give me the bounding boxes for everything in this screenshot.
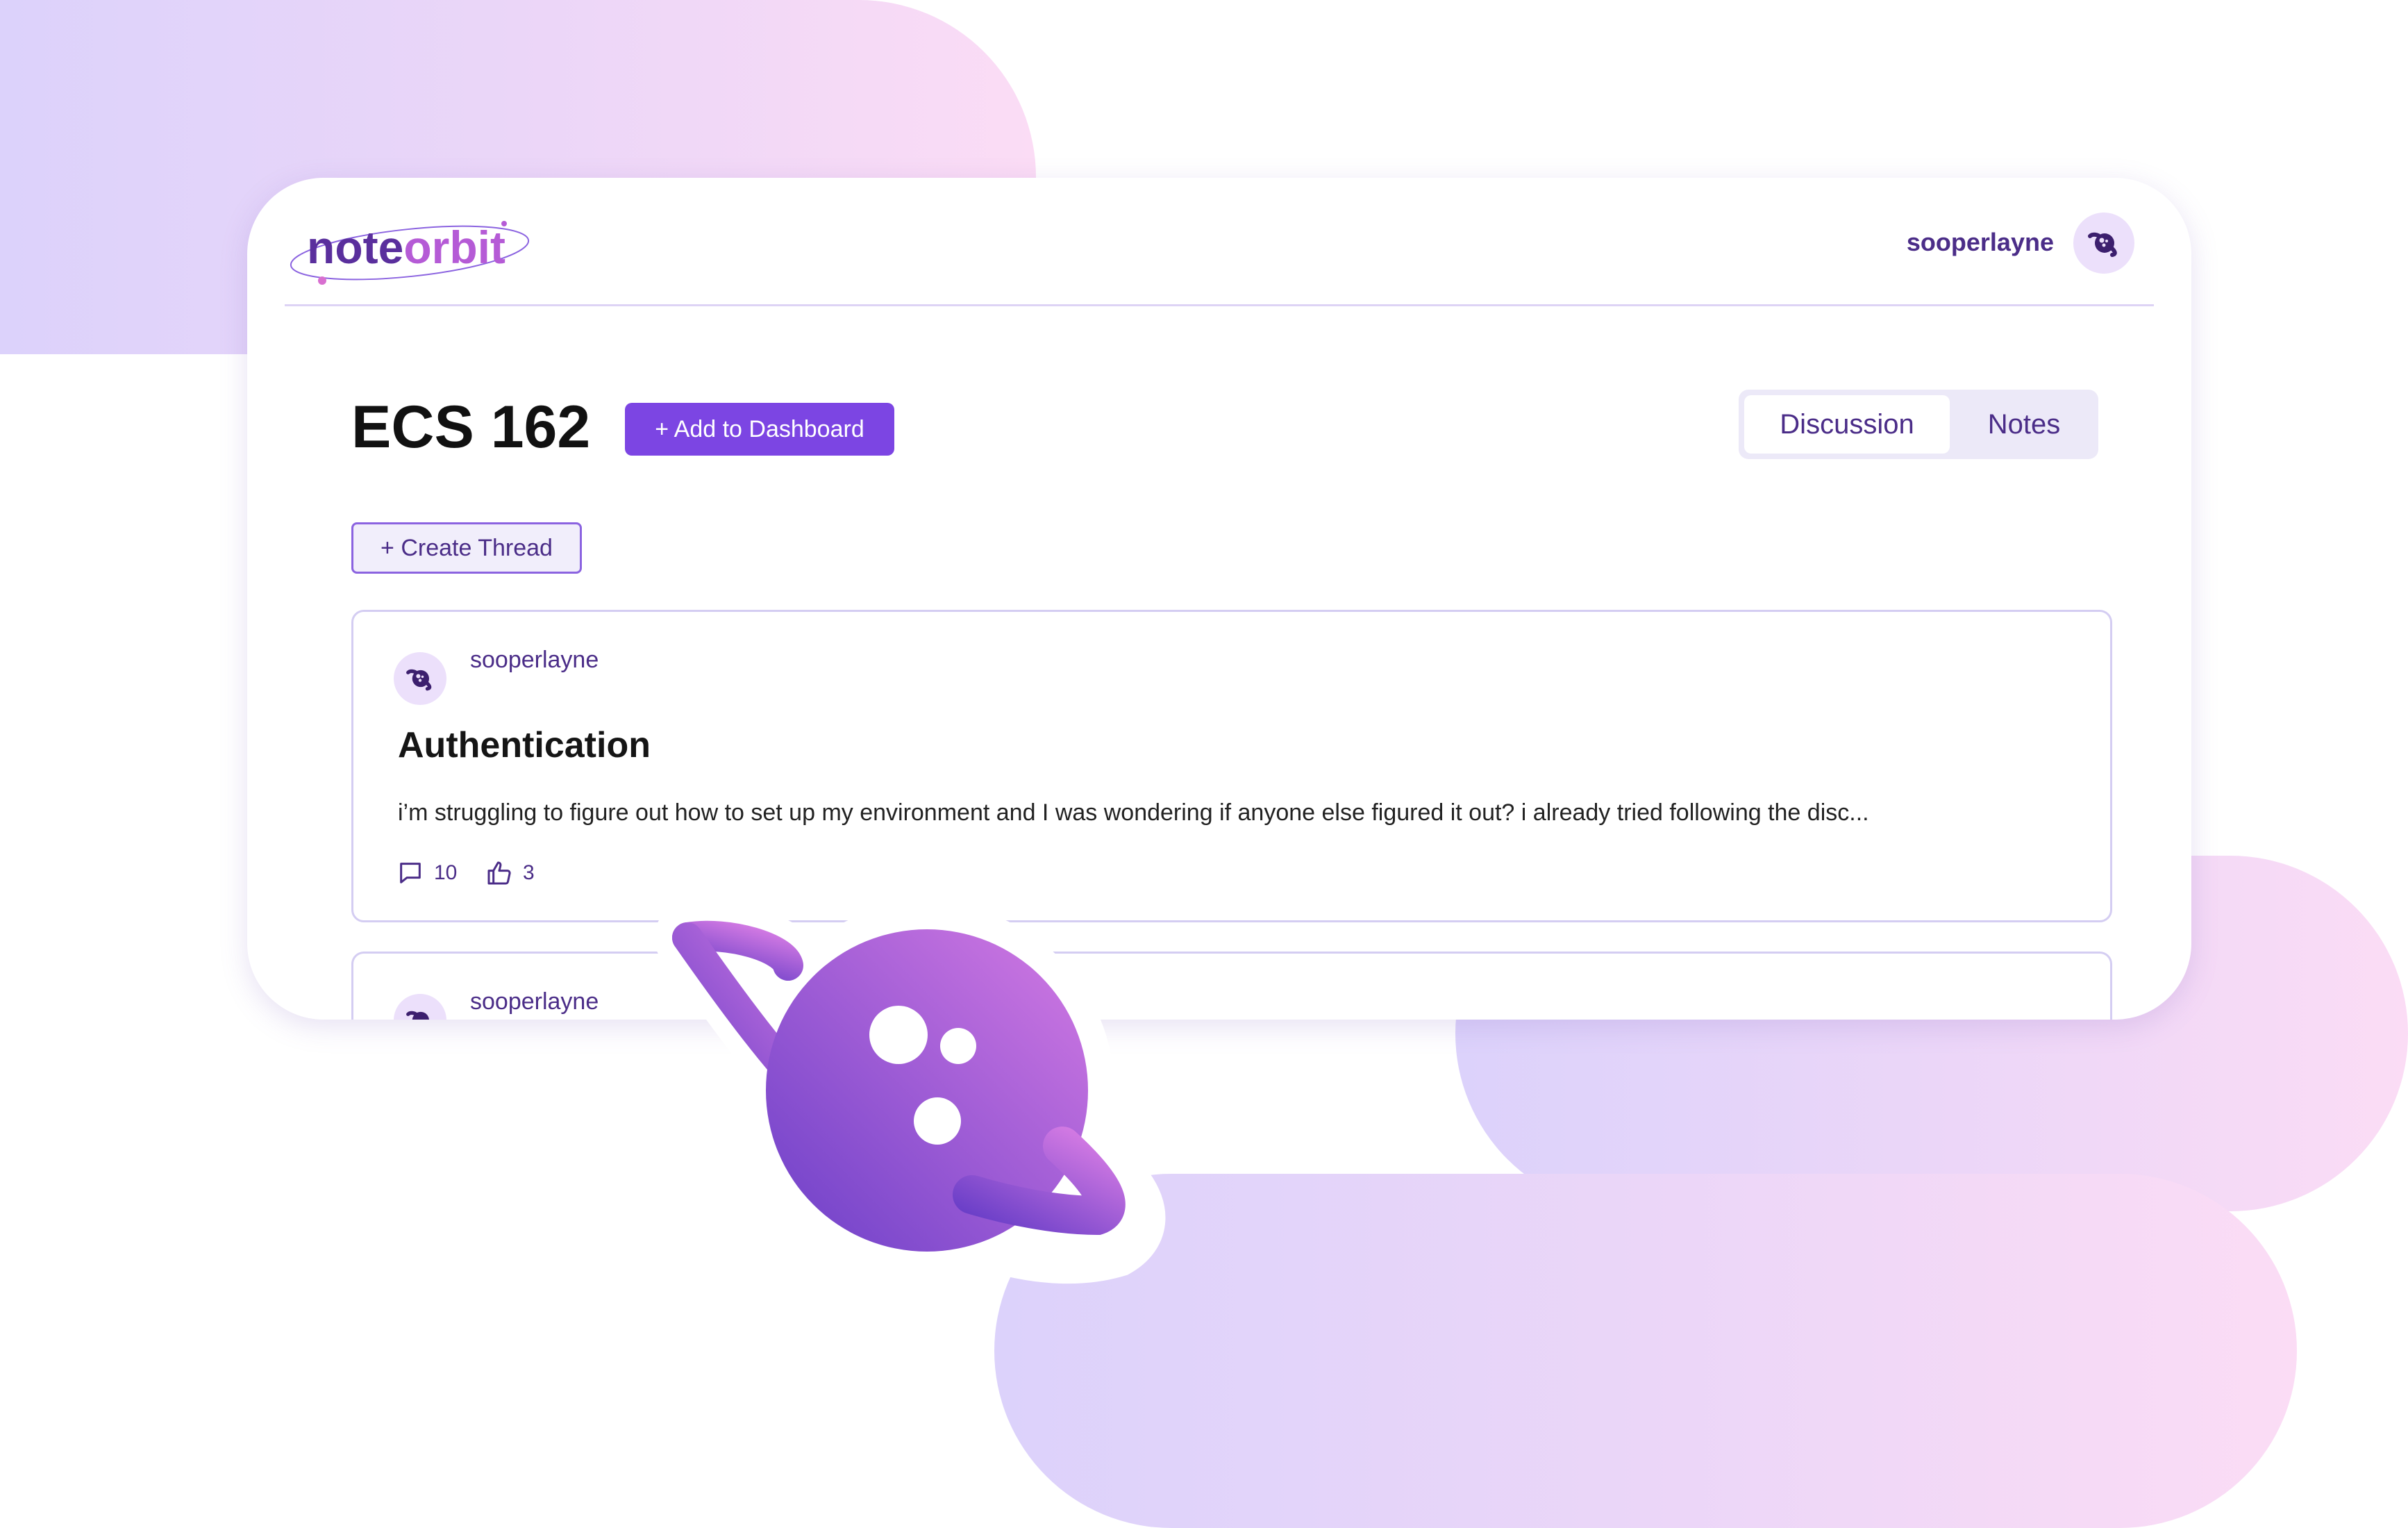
- logo-wordmark-note: note: [307, 222, 404, 273]
- course-title: ECS 162: [351, 394, 591, 460]
- planet-avatar-icon: [2088, 232, 2117, 257]
- planet-avatar-icon: [406, 1011, 429, 1020]
- like-count[interactable]: 3: [485, 859, 535, 887]
- thread-author-avatar: [394, 994, 446, 1020]
- comment-count[interactable]: 10: [396, 859, 457, 887]
- tab-discussion[interactable]: Discussion: [1744, 395, 1950, 454]
- logo-wordmark-orbit: orbit: [403, 222, 505, 273]
- thread-card[interactable]: sooperlayne Authentication i’m strugglin…: [351, 610, 2112, 922]
- comment-icon: [400, 863, 421, 883]
- marketing-stage: noteorbit sooperlayne ECS 162 + Add to D…: [0, 0, 2408, 1528]
- top-header: noteorbit sooperlayne: [285, 178, 2154, 306]
- noteorbit-logo[interactable]: noteorbit: [285, 214, 549, 297]
- thread-author-avatar: [394, 652, 446, 705]
- user-avatar[interactable]: [2073, 213, 2134, 274]
- add-to-dashboard-button[interactable]: + Add to Dashboard: [625, 403, 894, 456]
- header-username[interactable]: sooperlayne: [1907, 228, 2054, 257]
- thread-author-name[interactable]: sooperlayne: [470, 647, 599, 674]
- thread-author-name[interactable]: sooperlayne: [470, 988, 599, 1015]
- like-count-value: 3: [523, 861, 535, 884]
- planet-avatar-icon: [406, 669, 432, 691]
- comment-count-value: 10: [434, 861, 458, 884]
- logo-wordmark: noteorbit: [307, 221, 505, 274]
- tab-notes[interactable]: Notes: [1955, 395, 2093, 454]
- create-thread-button[interactable]: + Create Thread: [351, 522, 582, 574]
- planet-mascot-icon: [654, 902, 1166, 1284]
- view-tabs: Discussion Notes: [1739, 390, 2098, 459]
- thread-preview: i’m struggling to figure out how to set …: [398, 799, 1869, 826]
- thread-title[interactable]: Authentication: [398, 724, 651, 766]
- thumbs-up-icon: [487, 861, 511, 885]
